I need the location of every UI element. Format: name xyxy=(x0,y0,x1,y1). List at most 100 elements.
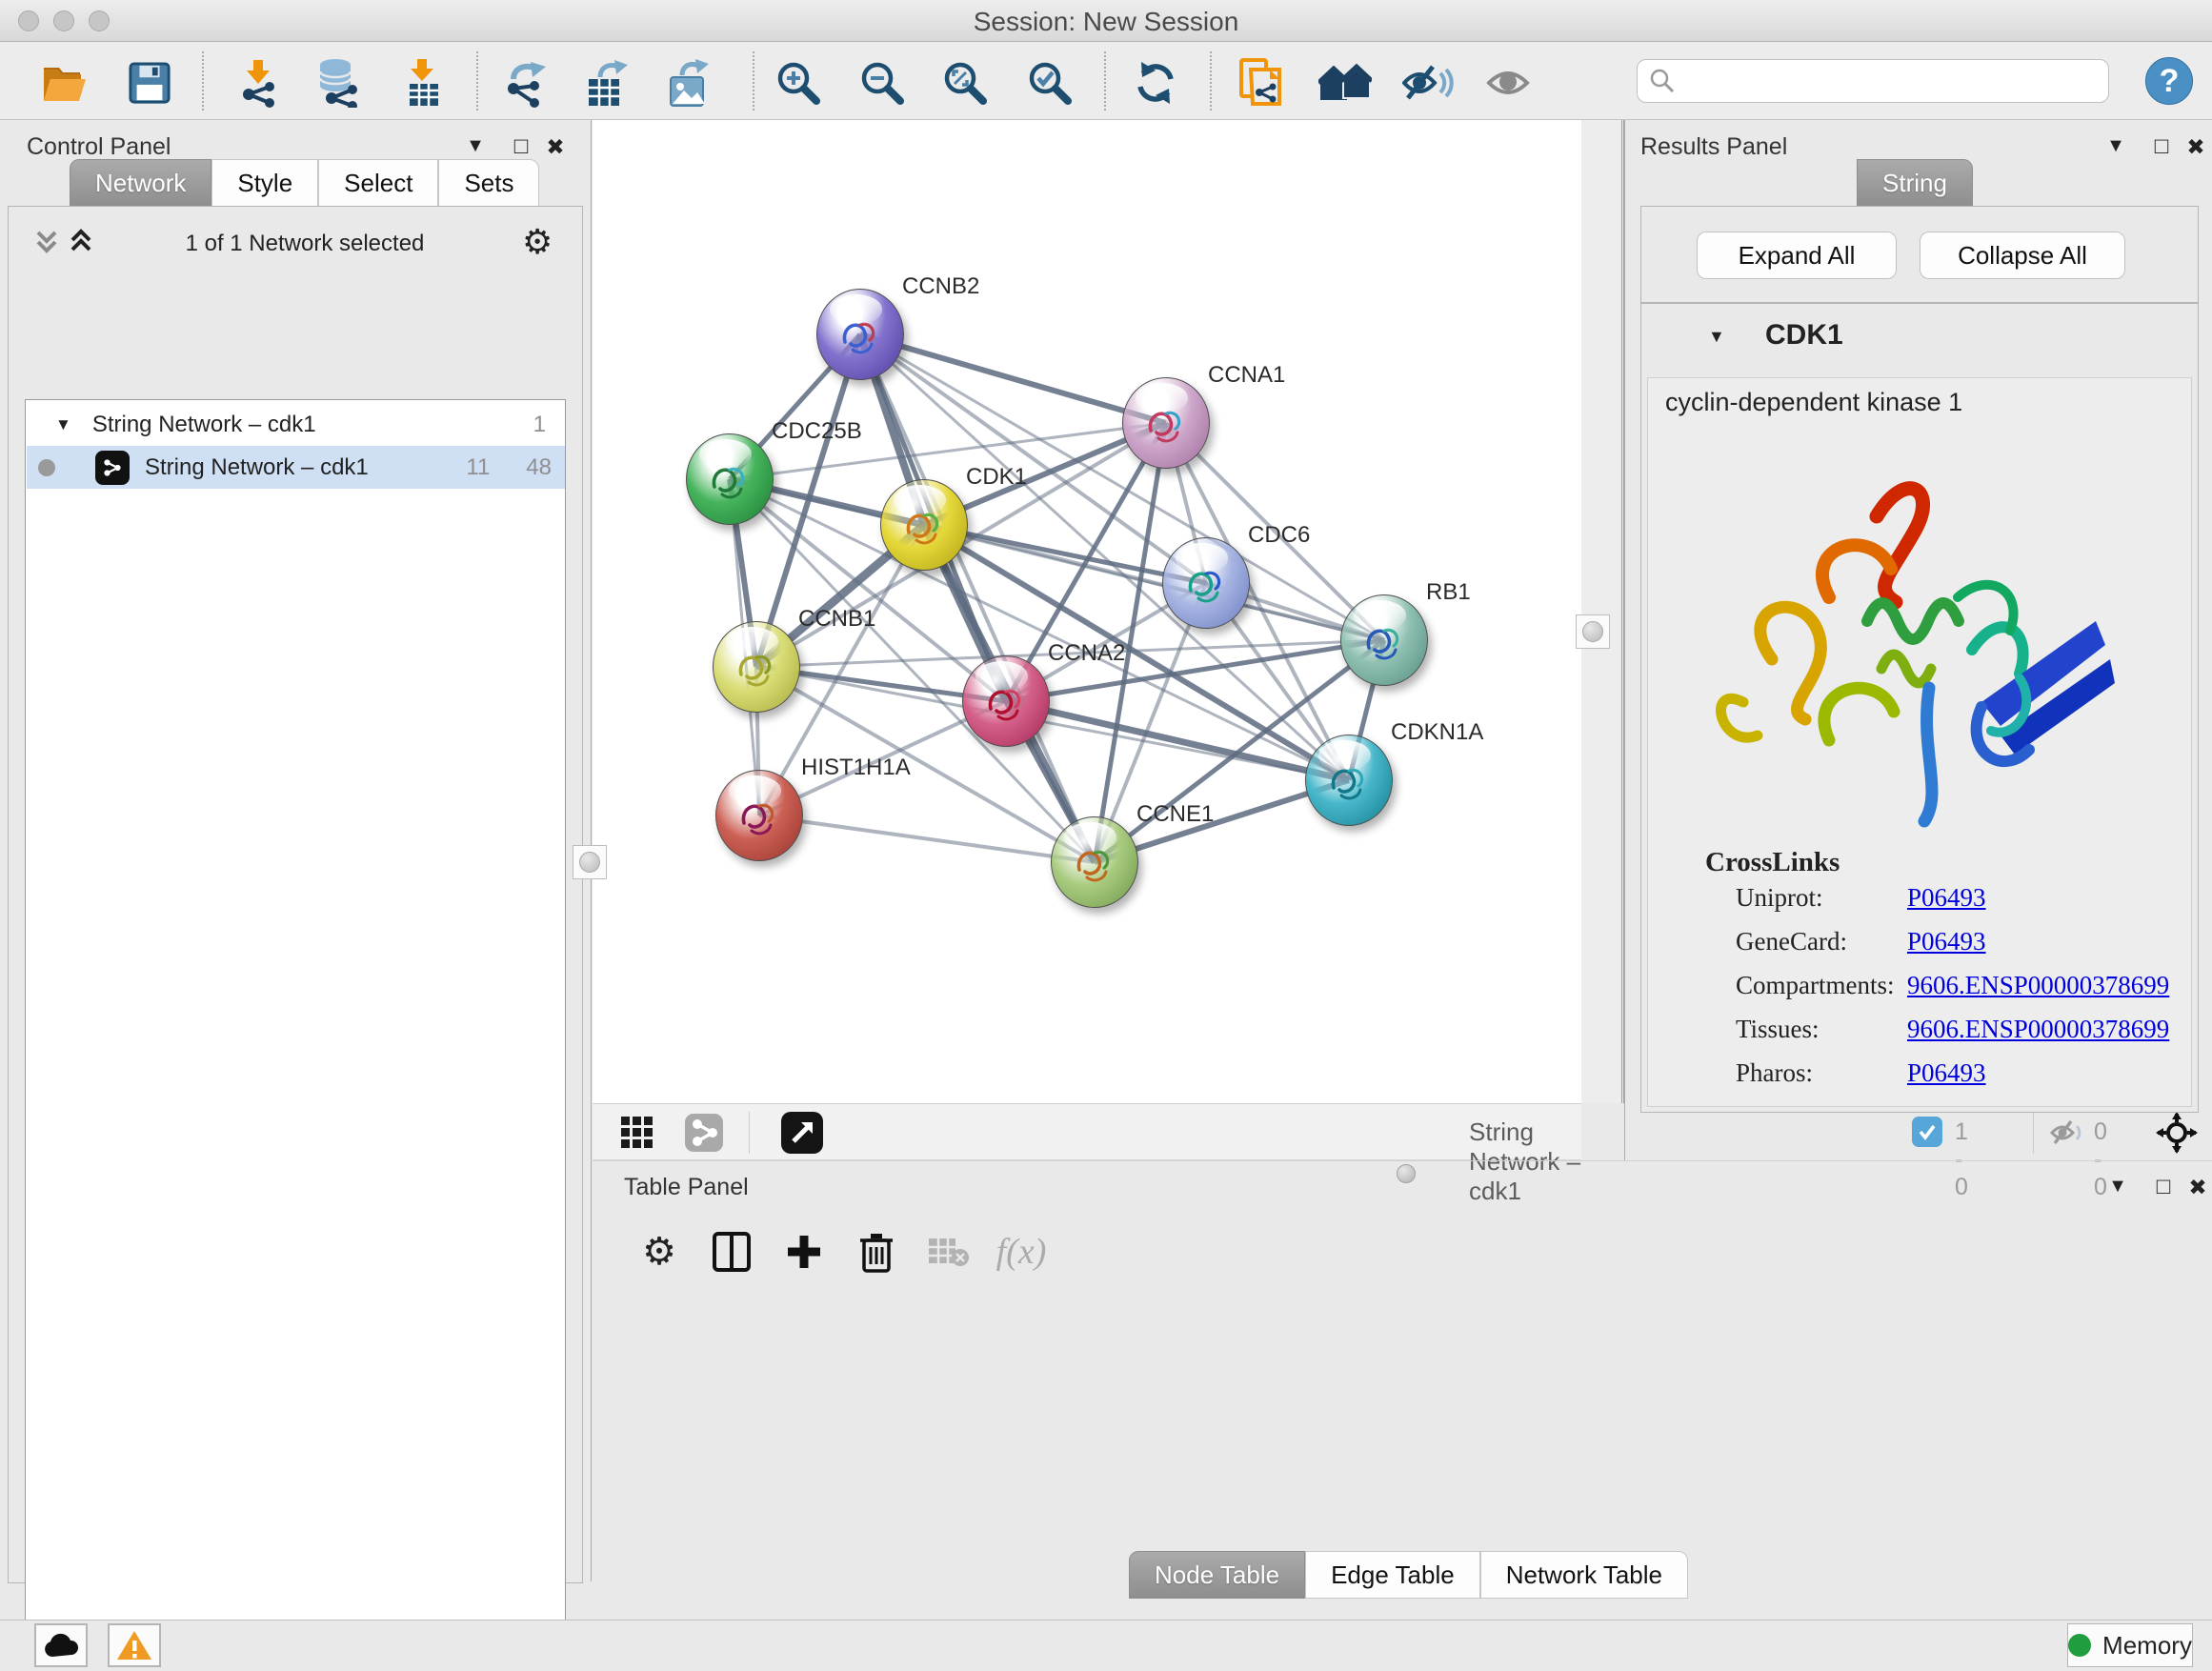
main-toolbar: ? xyxy=(0,42,2212,120)
expand-all-button[interactable]: Expand All xyxy=(1697,232,1897,279)
export-image-icon[interactable] xyxy=(660,57,717,109)
network-canvas[interactable]: CCNB2 CCNA1 CDC25B CDK1 CDC6 xyxy=(593,120,1581,1103)
results-panel-close-icon[interactable]: ✖ xyxy=(2180,134,2212,160)
import-network-from-database-icon[interactable] xyxy=(310,57,367,109)
export-table-icon[interactable] xyxy=(578,57,635,109)
network-node-CCNB2[interactable] xyxy=(816,289,904,380)
detach-view-icon[interactable] xyxy=(778,1111,826,1155)
zoom-fit-icon[interactable] xyxy=(936,57,994,109)
crosslink-row: GeneCard:P06493 xyxy=(1648,927,2191,971)
crosslink-link[interactable]: 9606.ENSP00000378699 xyxy=(1907,971,2169,1000)
results-panel-menu-icon[interactable]: ▼ xyxy=(2100,135,2132,157)
network-node-CCNA2[interactable] xyxy=(962,655,1050,747)
expand-all-networks-icon[interactable] xyxy=(67,225,95,262)
search-input[interactable] xyxy=(1676,67,2108,95)
show-columns-icon[interactable] xyxy=(705,1227,758,1277)
results-panel-float-icon[interactable]: □ xyxy=(2145,133,2178,160)
function-builder-icon: f(x) xyxy=(995,1227,1048,1277)
crosslink-link[interactable]: 9606.ENSP00000378699 xyxy=(1907,1015,2169,1044)
tab-string[interactable]: String xyxy=(1857,159,1973,207)
tab-network-table[interactable]: Network Table xyxy=(1480,1551,1688,1599)
show-all-icon[interactable] xyxy=(1482,57,1539,109)
table-panel-close-icon[interactable]: ✖ xyxy=(2182,1175,2212,1200)
memory-label: Memory xyxy=(2102,1631,2192,1661)
collapse-all-button[interactable]: Collapse All xyxy=(1920,232,2125,279)
control-panel-menu-icon[interactable]: ▼ xyxy=(459,135,492,157)
duplicate-network-icon[interactable] xyxy=(1232,57,1289,109)
tab-style[interactable]: Style xyxy=(211,159,318,207)
canvas-results-splitter[interactable] xyxy=(1581,120,1624,1103)
memory-status-dot-icon xyxy=(2068,1634,2091,1657)
window-title: Session: New Session xyxy=(0,7,2212,37)
tab-select[interactable]: Select xyxy=(318,159,438,207)
results-panel: Results Panel ▼ □ ✖ String Expand All Co… xyxy=(1625,120,2212,1160)
save-session-icon[interactable] xyxy=(121,57,178,109)
zoom-selected-icon[interactable] xyxy=(1021,57,1078,109)
network-options-gear-icon[interactable]: ⚙ xyxy=(522,225,553,259)
crosslink-row: Uniprot:P06493 xyxy=(1648,883,2191,927)
table-options-gear-icon[interactable]: ⚙ xyxy=(633,1227,686,1277)
warning-icon xyxy=(116,1630,152,1661)
network-node-CDK1[interactable] xyxy=(880,479,968,571)
network-node-HIST1H1A[interactable] xyxy=(715,770,803,861)
warning-status-button[interactable] xyxy=(108,1623,161,1667)
network-node-RB1[interactable] xyxy=(1340,594,1428,686)
crosslink-link[interactable]: P06493 xyxy=(1907,1058,1986,1088)
crosslink-row: Pharos: P06493 xyxy=(1648,1058,2191,1102)
memory-button[interactable]: Memory xyxy=(2067,1623,2193,1667)
help-icon[interactable]: ? xyxy=(2145,57,2193,105)
crosslink-link[interactable]: P06493 xyxy=(1907,927,1986,956)
network-collection-row[interactable]: ▼ String Network – cdk1 1 xyxy=(27,403,565,446)
cloud-status-button[interactable] xyxy=(34,1623,88,1667)
table-panel-float-icon[interactable]: □ xyxy=(2147,1174,2180,1200)
zoom-in-icon[interactable] xyxy=(770,57,827,109)
network-share-view-icon[interactable] xyxy=(680,1111,728,1155)
cloud-icon xyxy=(43,1633,79,1658)
tab-edge-table[interactable]: Edge Table xyxy=(1305,1551,1480,1599)
refresh-icon[interactable] xyxy=(1127,57,1184,109)
delete-column-trash-icon[interactable] xyxy=(850,1227,903,1277)
collection-label: String Network – cdk1 xyxy=(92,412,316,438)
tab-sets[interactable]: Sets xyxy=(438,159,539,207)
import-table-icon[interactable] xyxy=(394,57,452,109)
first-neighbors-icon[interactable] xyxy=(1317,57,1374,109)
export-network-icon[interactable] xyxy=(496,57,553,109)
network-node-CCNA1[interactable] xyxy=(1122,377,1210,469)
network-node-CDC6[interactable] xyxy=(1162,537,1250,629)
network-node-CDKN1A[interactable] xyxy=(1305,735,1393,826)
crosslink-label: Pharos: xyxy=(1736,1058,1813,1088)
table-panel-menu-icon[interactable]: ▼ xyxy=(2101,1176,2134,1198)
toolbar-separator xyxy=(1104,51,1106,111)
left-splitter-handle[interactable] xyxy=(573,845,607,879)
node-gloss-highlight xyxy=(975,661,1029,692)
network-node-CCNB1[interactable] xyxy=(713,621,800,713)
collapse-all-networks-icon[interactable] xyxy=(32,225,61,262)
crosslinks-list: Uniprot:P06493GeneCard:P06493Compartment… xyxy=(1648,883,2191,1108)
gene-collapse-icon[interactable]: ▼ xyxy=(1708,327,1725,347)
network-status-dot-icon xyxy=(38,459,55,476)
control-panel-float-icon[interactable]: □ xyxy=(505,133,537,160)
table-panel: Table Panel ▼ □ ✖ ⚙ f(x) shared namename… xyxy=(593,1160,2212,1620)
grid-view-icon[interactable] xyxy=(613,1111,661,1155)
network-row[interactable]: String Network – cdk1 11 48 xyxy=(27,446,565,489)
network-node-CDC25B[interactable] xyxy=(686,433,774,525)
create-column-icon[interactable] xyxy=(777,1227,831,1277)
open-file-icon[interactable] xyxy=(36,57,93,109)
results-buttons-box: Expand All Collapse All xyxy=(1640,206,2199,303)
tab-node-table[interactable]: Node Table xyxy=(1129,1551,1305,1599)
tab-network[interactable]: Network xyxy=(70,159,211,207)
crosslink-link[interactable]: P06493 xyxy=(1907,883,1986,913)
network-selection-status: 1 of 1 Network selected xyxy=(124,231,486,257)
zoom-out-icon[interactable] xyxy=(854,57,911,109)
right-splitter-handle[interactable] xyxy=(1576,614,1610,649)
gene-section: ▼ CDK1 cyclin-dependent kinase 1 xyxy=(1640,303,2199,1113)
control-panel-close-icon[interactable]: ✖ xyxy=(539,134,572,160)
collection-collapse-icon[interactable]: ▼ xyxy=(55,415,71,434)
network-tree: ▼ String Network – cdk1 1 String Network… xyxy=(25,399,566,1671)
network-node-CCNE1[interactable] xyxy=(1051,816,1138,908)
title-bar: Session: New Session xyxy=(0,0,2212,42)
import-network-icon[interactable] xyxy=(230,57,287,109)
crosslink-label: Tissues: xyxy=(1736,1015,1820,1044)
hide-selected-icon[interactable] xyxy=(1399,57,1457,109)
node-label-CCNE1: CCNE1 xyxy=(1136,801,1214,828)
